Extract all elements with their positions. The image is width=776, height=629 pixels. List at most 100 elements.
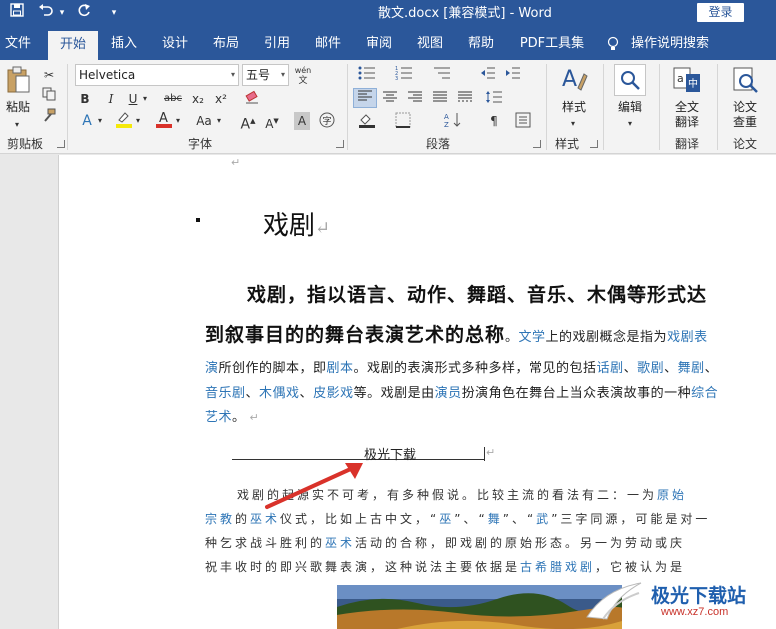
tab-home[interactable]: 开始 xyxy=(48,31,98,60)
tab-references[interactable]: 引用 xyxy=(258,27,296,60)
styles-button-label[interactable]: 样式 xyxy=(555,100,593,114)
paragraph-line-2[interactable]: 到叙事目的的舞台表演艺术的总称。文学上的戏剧概念是指为戏剧表 xyxy=(205,320,708,347)
redo-icon[interactable] xyxy=(75,3,93,23)
paragraph-line-3[interactable]: 演所创作的脚本，即剧本。戏剧的表演形式多种多样，常见的包括话剧、歌剧、舞剧、 xyxy=(205,357,718,376)
undo-icon[interactable] xyxy=(36,3,56,23)
phonetic-guide-icon[interactable]: wén 文 xyxy=(293,66,313,86)
character-shading-icon[interactable]: A xyxy=(294,112,310,130)
subscript-button[interactable]: x₂ xyxy=(190,90,206,108)
hyperlink[interactable]: 剧本 xyxy=(327,361,354,376)
tab-view[interactable]: 视图 xyxy=(411,27,449,60)
save-icon[interactable] xyxy=(8,3,26,23)
decrease-indent-icon[interactable] xyxy=(478,66,498,84)
hyperlink[interactable]: 戏剧表 xyxy=(667,330,708,345)
bold-button[interactable]: B xyxy=(78,90,92,108)
bullets-icon[interactable] xyxy=(356,66,378,84)
grow-font-button[interactable]: A▲ xyxy=(240,112,256,133)
sort-icon[interactable]: AZ xyxy=(442,112,464,130)
increase-indent-icon[interactable] xyxy=(503,66,523,84)
paragraph-line-5[interactable]: 艺术。 ↵ xyxy=(205,406,259,425)
undo-dropdown-icon[interactable]: ▾ xyxy=(57,3,67,23)
tab-layout[interactable]: 布局 xyxy=(207,27,245,60)
editing-button-label[interactable]: 编辑 xyxy=(610,100,650,114)
multilevel-list-icon[interactable] xyxy=(431,66,453,84)
justify-button[interactable] xyxy=(430,90,450,108)
paste-dropdown-icon[interactable]: ▾ xyxy=(10,116,24,134)
translate-label-line1[interactable]: 全文 xyxy=(668,100,706,114)
tab-help[interactable]: 帮助 xyxy=(462,27,500,60)
shading-icon[interactable] xyxy=(356,112,378,130)
tab-file[interactable]: 文件 xyxy=(0,27,36,60)
hyperlink[interactable]: 宗教 xyxy=(205,512,235,526)
font-launcher-icon[interactable] xyxy=(336,140,344,148)
copy-icon[interactable] xyxy=(40,87,58,105)
landscape-image[interactable] xyxy=(337,585,622,629)
paper-check-icon[interactable] xyxy=(729,66,761,96)
hyperlink[interactable]: 木偶戏 xyxy=(259,386,300,401)
asian-layout-icon[interactable] xyxy=(512,112,534,130)
hyperlink[interactable]: 武 xyxy=(536,512,551,526)
hyperlink[interactable]: 巫术 xyxy=(325,536,355,550)
change-case-button[interactable]: Aa xyxy=(193,112,215,130)
hyperlink[interactable]: 皮影戏 xyxy=(313,386,354,401)
tab-pdf-tools[interactable]: PDF工具集 xyxy=(513,27,591,60)
line-spacing-icon[interactable] xyxy=(483,90,505,108)
hyperlink[interactable]: 舞剧 xyxy=(678,361,705,376)
hyperlink[interactable]: 音乐剧 xyxy=(205,386,246,401)
font-name-select[interactable]: Helvetica ▾ xyxy=(75,64,239,86)
cut-icon[interactable]: ✂ xyxy=(40,66,58,84)
show-marks-icon[interactable]: ¶ xyxy=(483,112,505,130)
italic-button[interactable]: I xyxy=(104,90,118,108)
hyperlink[interactable]: 原始 xyxy=(657,488,687,502)
hyperlink[interactable]: 演 xyxy=(205,361,219,376)
clipboard-launcher-icon[interactable] xyxy=(57,140,65,148)
tab-mailings[interactable]: 邮件 xyxy=(309,27,347,60)
paste-label[interactable]: 粘贴 xyxy=(2,100,34,114)
superscript-button[interactable]: x² xyxy=(213,90,229,108)
tab-insert[interactable]: 插入 xyxy=(105,27,143,60)
hyperlink[interactable]: 巫 xyxy=(439,512,454,526)
tab-design[interactable]: 设计 xyxy=(156,27,194,60)
customize-qa-icon[interactable]: ▾ xyxy=(108,3,120,23)
align-right-button[interactable] xyxy=(405,90,425,108)
numbering-icon[interactable]: 123 xyxy=(393,66,415,84)
paper-check-label-line2[interactable]: 查重 xyxy=(726,115,764,129)
hyperlink[interactable]: 文学 xyxy=(519,330,546,345)
font-color-dropdown-icon[interactable]: ▾ xyxy=(174,112,182,130)
tab-review[interactable]: 审阅 xyxy=(360,27,398,60)
highlight-color-icon[interactable] xyxy=(114,110,134,128)
styles-icon[interactable]: A xyxy=(559,64,589,98)
tell-me-search[interactable]: 操作说明搜索 xyxy=(630,27,710,60)
align-center-button[interactable] xyxy=(380,90,400,108)
shrink-font-button[interactable]: A▼ xyxy=(264,112,280,131)
find-icon[interactable] xyxy=(614,64,646,96)
paragraph-launcher-icon[interactable] xyxy=(533,140,541,148)
hyperlink[interactable]: 艺术 xyxy=(205,410,232,425)
heading[interactable]: 戏剧↵ xyxy=(263,205,330,242)
bold-lead-line-1[interactable]: 戏剧，指以语言、动作、舞蹈、音乐、木偶等形式达 xyxy=(247,280,707,307)
font-color-icon[interactable]: A xyxy=(154,110,174,128)
strikethrough-button[interactable]: abc xyxy=(162,90,184,108)
paragraph-2-line-3[interactable]: 种乞求战斗胜利的巫术活动的合称，即戏剧的原始形态。另一为劳动或庆 xyxy=(205,534,685,551)
underline-button[interactable]: U xyxy=(126,90,140,108)
format-painter-icon[interactable] xyxy=(40,108,58,126)
hyperlink[interactable]: 古希腊戏剧 xyxy=(520,560,595,574)
text-effects-dropdown-icon[interactable]: ▾ xyxy=(96,112,104,130)
editing-dropdown-icon[interactable]: ▾ xyxy=(623,115,637,133)
translate-icon[interactable]: a中 xyxy=(671,66,703,96)
align-left-button[interactable] xyxy=(353,88,377,108)
enclose-characters-icon[interactable]: 字 xyxy=(318,112,336,130)
text-effects-icon[interactable]: A xyxy=(78,112,96,130)
hyperlink[interactable]: 话剧 xyxy=(597,361,624,376)
font-size-select[interactable]: 五号 ▾ xyxy=(242,64,289,86)
translate-label-line2[interactable]: 翻译 xyxy=(668,115,706,129)
hyperlink[interactable]: 演员 xyxy=(435,386,462,401)
styles-dropdown-icon[interactable]: ▾ xyxy=(566,115,580,133)
paper-check-label-line1[interactable]: 论文 xyxy=(726,100,764,114)
change-case-dropdown-icon[interactable]: ▾ xyxy=(215,112,223,130)
paragraph-2-line-4[interactable]: 祝丰收时的即兴歌舞表演，这种说法主要依据是古希腊戏剧，它被认为是 xyxy=(205,558,685,575)
hyperlink[interactable]: 综合 xyxy=(691,386,718,401)
borders-icon[interactable] xyxy=(392,112,414,130)
hyperlink[interactable]: 舞 xyxy=(488,512,503,526)
styles-launcher-icon[interactable] xyxy=(590,140,598,148)
